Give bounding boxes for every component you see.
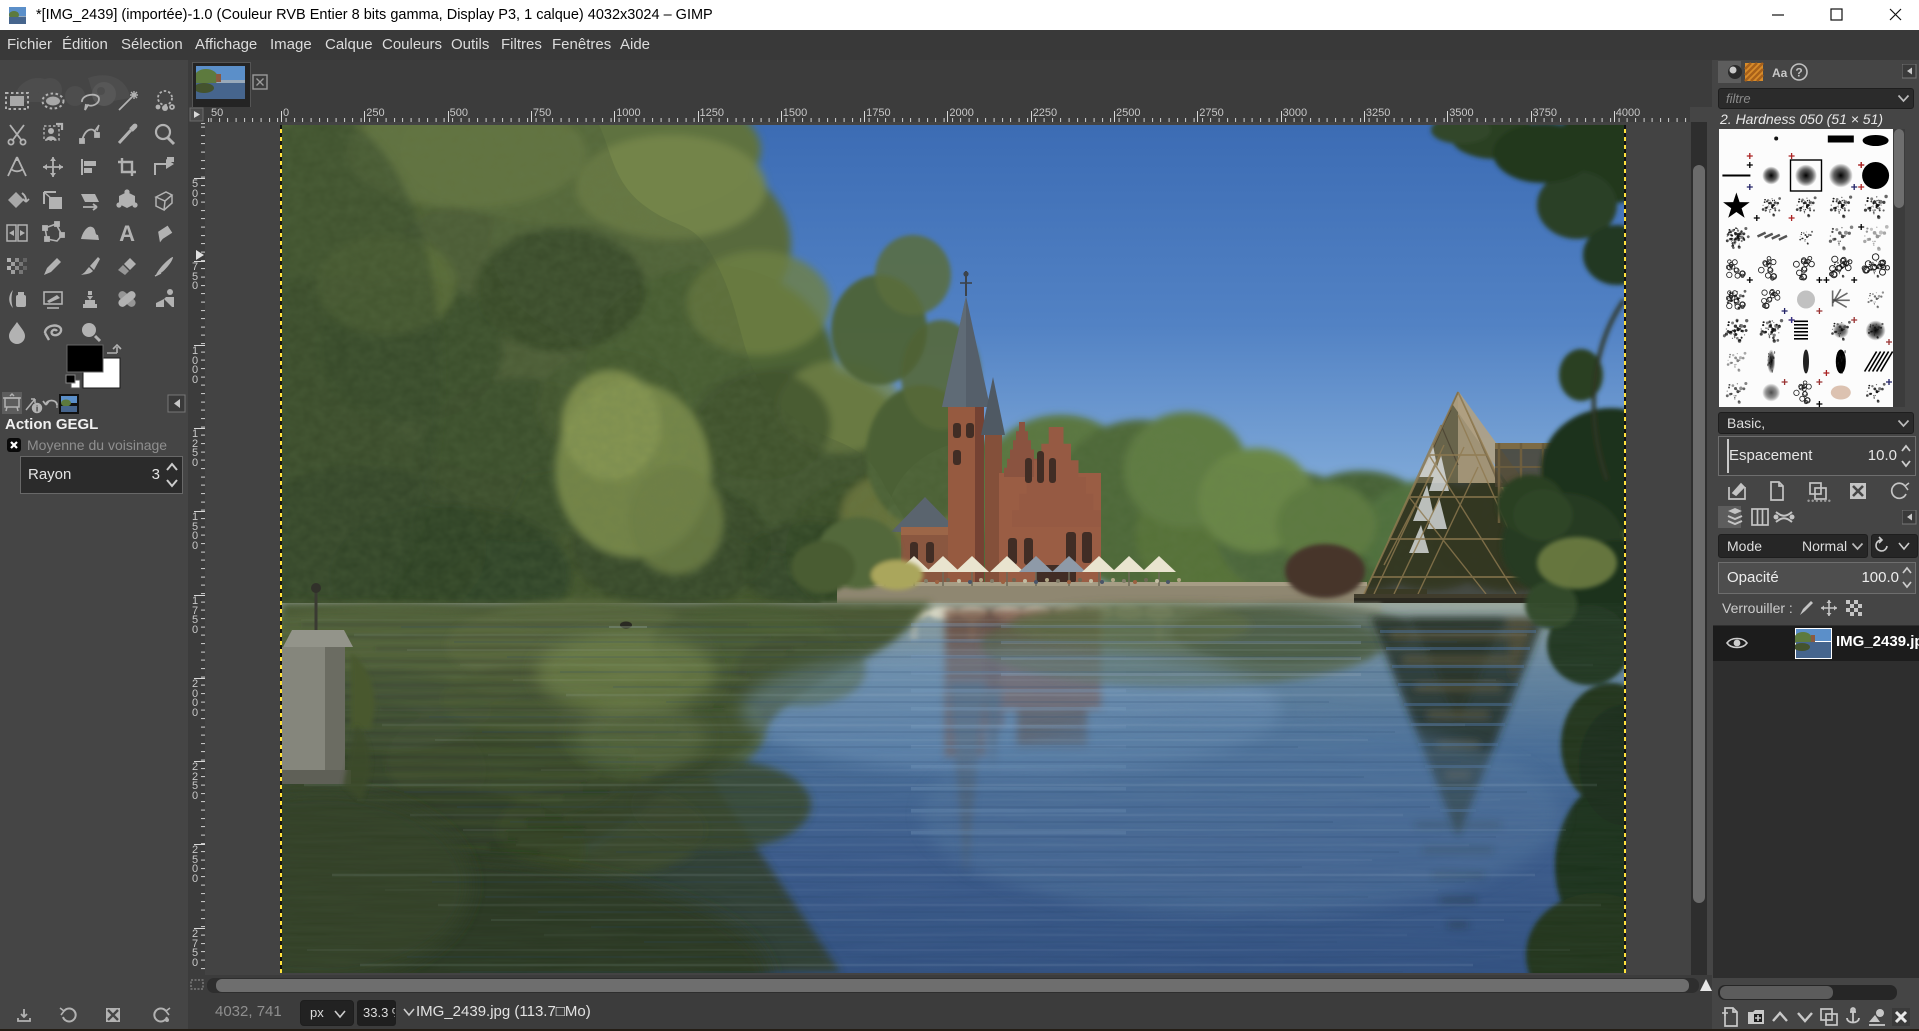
svg-text:Aa: Aa (1772, 66, 1788, 80)
svg-text:i: i (36, 404, 38, 414)
svg-text:?: ? (1795, 66, 1802, 80)
svg-text:A: A (119, 221, 135, 246)
